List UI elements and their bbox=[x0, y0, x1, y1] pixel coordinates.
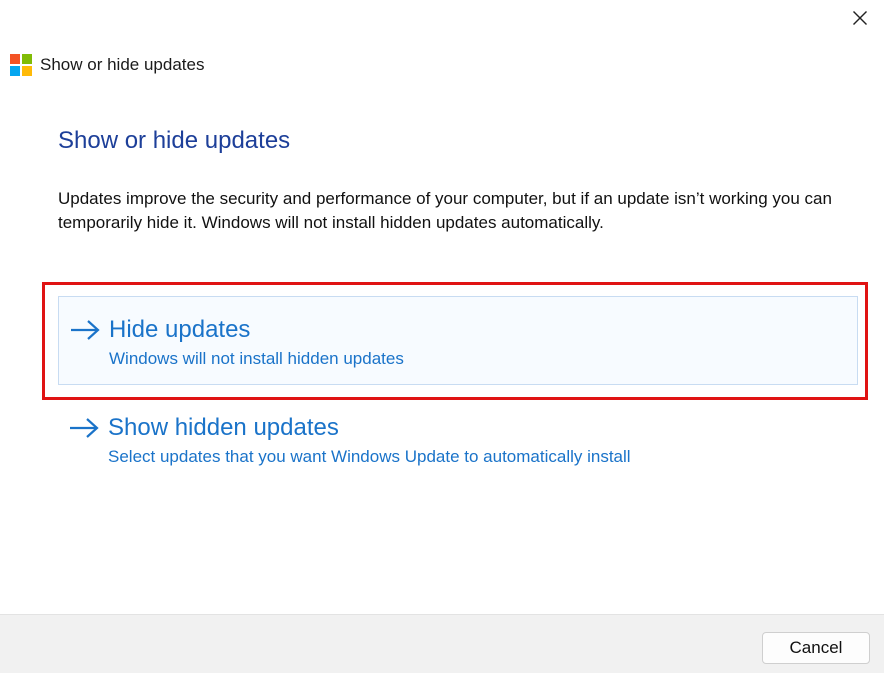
close-icon bbox=[853, 11, 867, 25]
window-title: Show or hide updates bbox=[40, 55, 205, 74]
title-bar: Show or hide updates bbox=[10, 52, 204, 78]
cancel-button[interactable]: Cancel bbox=[762, 632, 870, 664]
windows-logo-icon bbox=[10, 54, 32, 76]
show-hidden-updates-option[interactable]: Show hidden updates Select updates that … bbox=[58, 404, 858, 474]
description-text: Updates improve the security and perform… bbox=[58, 189, 832, 232]
option-title: Hide updates bbox=[109, 316, 251, 343]
arrow-right-icon bbox=[71, 320, 100, 340]
dialog-footer: Cancel bbox=[0, 614, 884, 673]
page-heading: Show or hide updates bbox=[58, 127, 291, 154]
option-subtitle: Windows will not install hidden updates bbox=[109, 349, 404, 368]
close-button[interactable] bbox=[840, 4, 880, 32]
option-subtitle: Select updates that you want Windows Upd… bbox=[108, 447, 631, 466]
dialog-window: Show or hide updates Show or hide update… bbox=[0, 0, 884, 673]
option-title: Show hidden updates bbox=[108, 414, 339, 441]
arrow-right-icon bbox=[70, 418, 99, 438]
hide-updates-option[interactable]: Hide updates Windows will not install hi… bbox=[58, 296, 858, 385]
